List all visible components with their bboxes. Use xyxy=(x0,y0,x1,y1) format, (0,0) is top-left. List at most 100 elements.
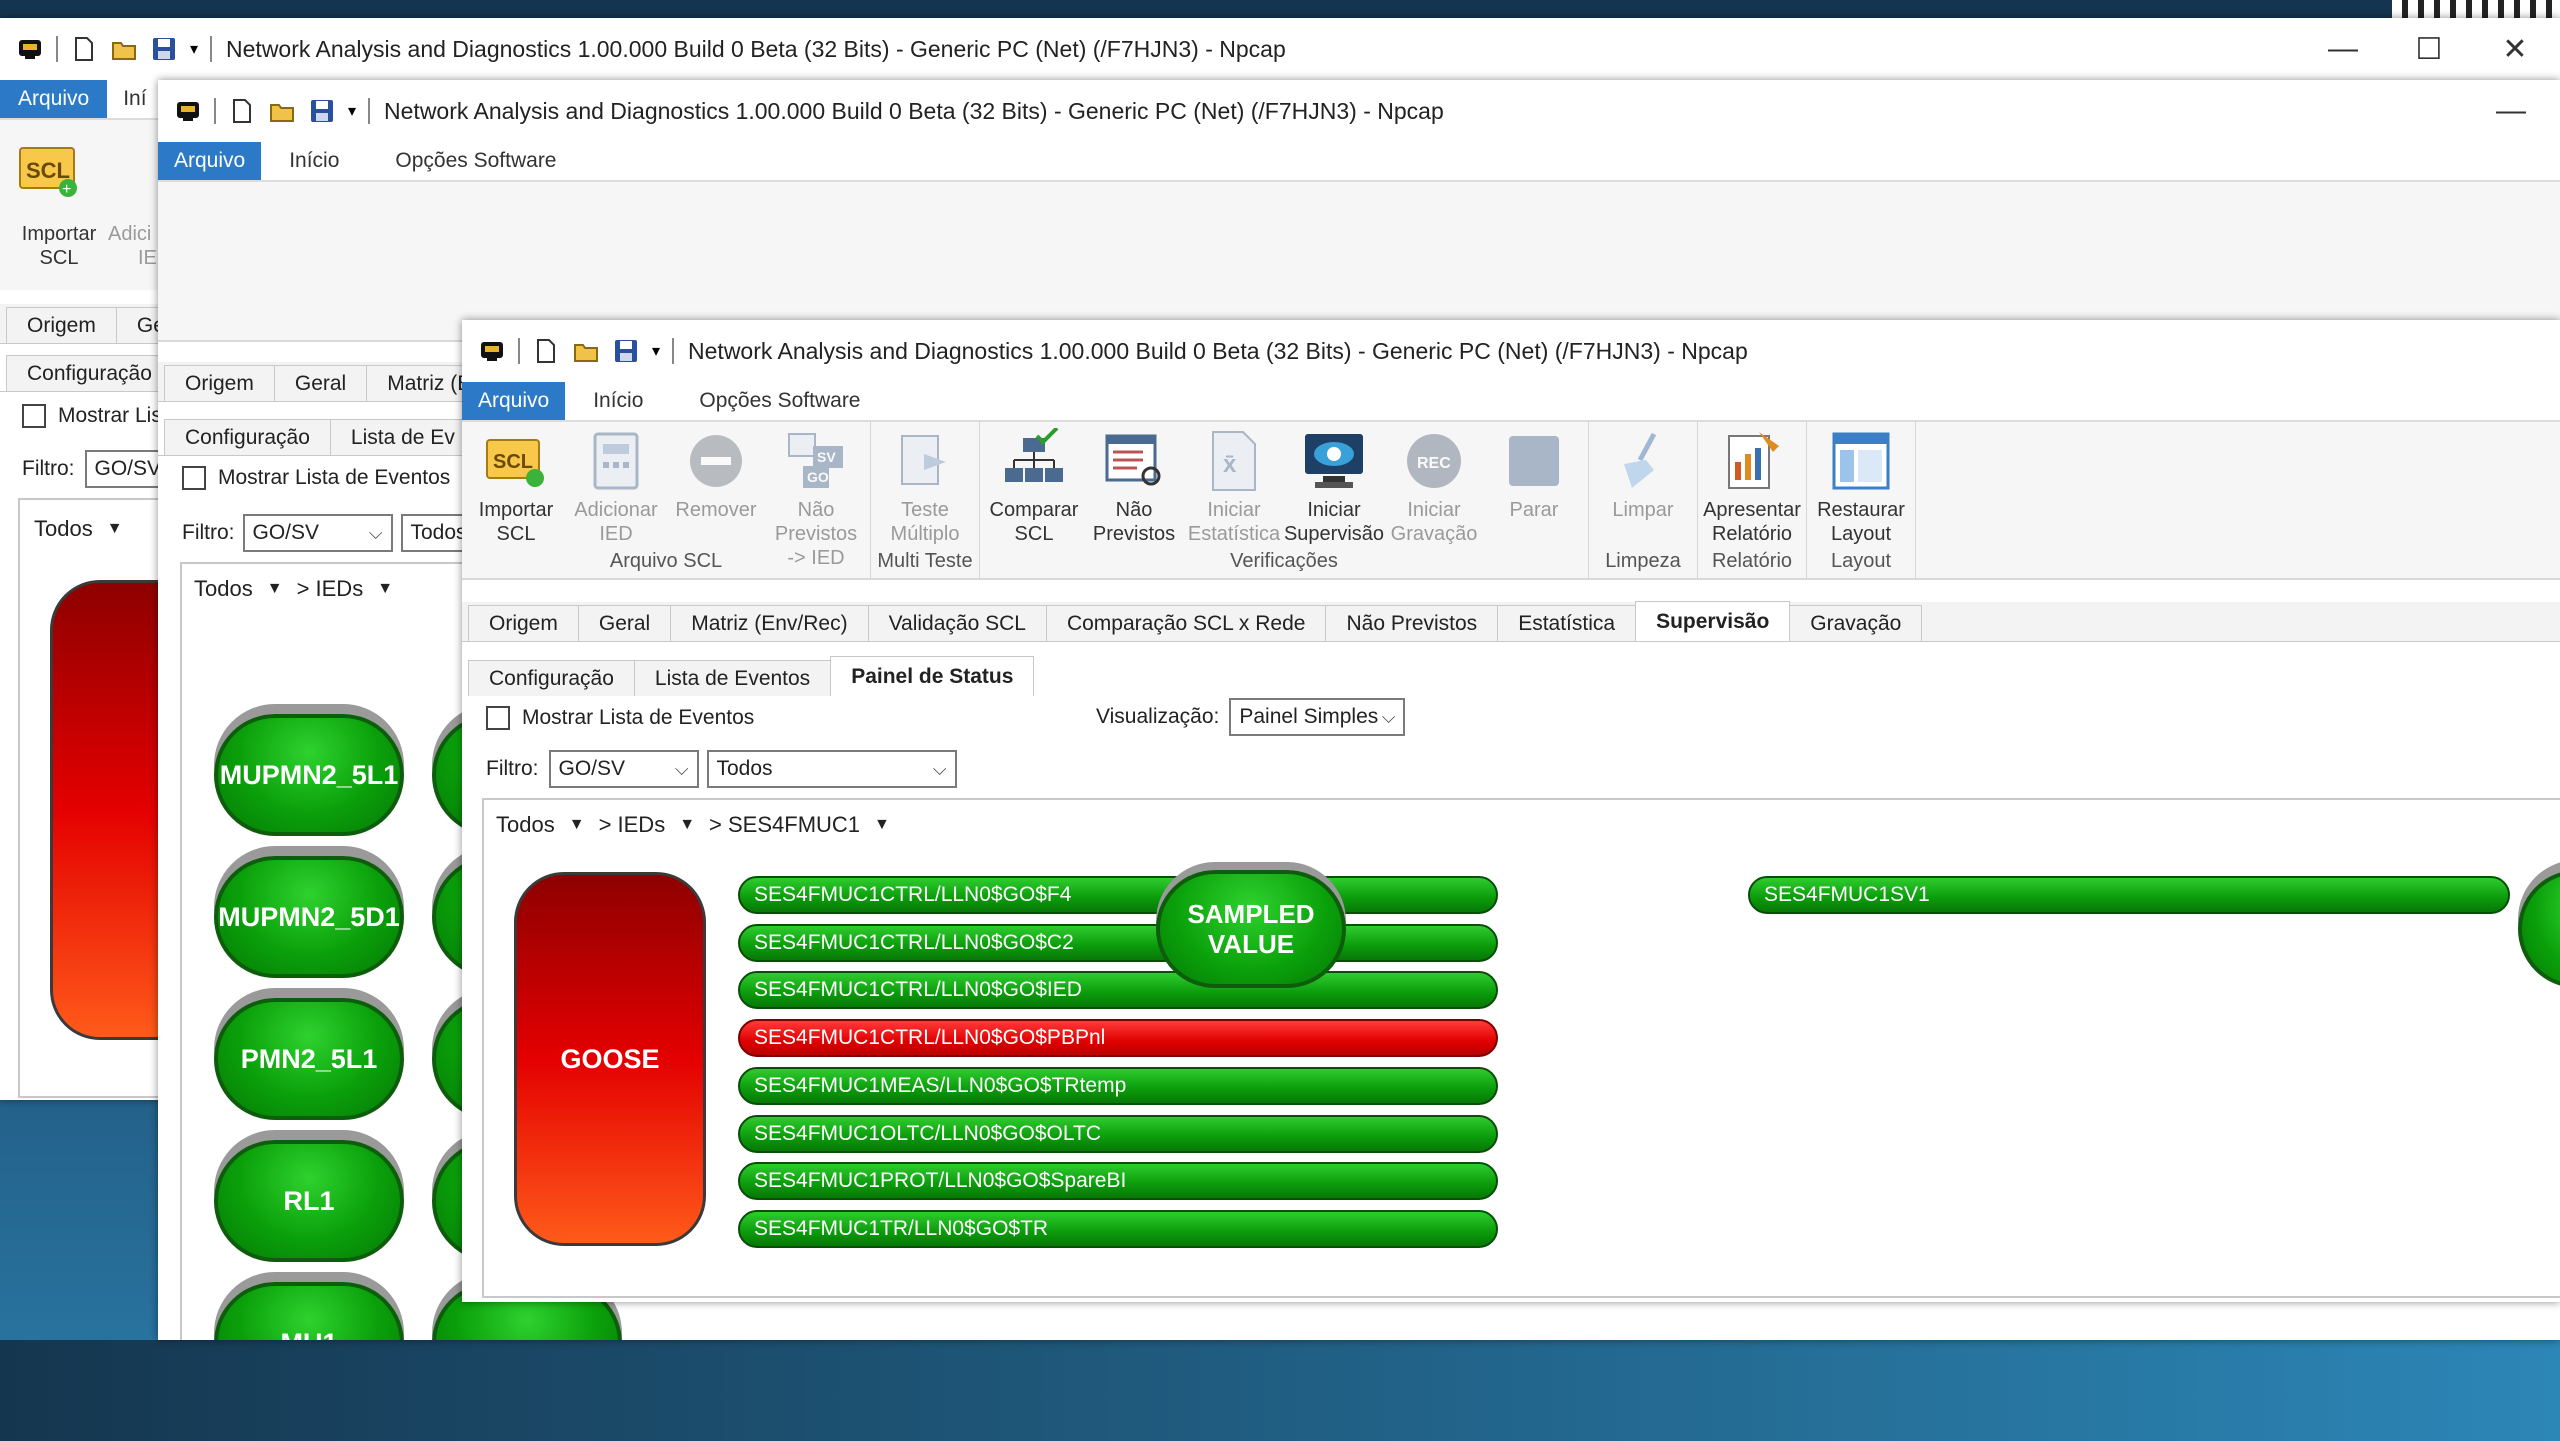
main-tab[interactable]: Matriz (Env/Rec) xyxy=(670,605,869,641)
ribbon-button[interactable]: Restaurar Layout xyxy=(1811,422,1911,546)
show-events-checkbox[interactable] xyxy=(182,466,206,490)
goose-item[interactable]: SES4FMUC1CTRL/LLN0$GO$C2 xyxy=(738,923,1498,962)
ribbon-button-label: Iniciar Estatística xyxy=(1188,498,1280,546)
main-tab[interactable]: Comparação SCL x Rede xyxy=(1045,605,1327,641)
scl-import-icon[interactable]: SCL + xyxy=(18,140,80,205)
ribbon-button[interactable]: Adicionar IED xyxy=(566,422,666,546)
chevron-down-icon[interactable]: ▼ xyxy=(107,520,123,538)
main-tab[interactable]: Geral xyxy=(577,605,672,641)
show-events-checkbox[interactable] xyxy=(486,706,510,730)
crumb-ieds[interactable]: > IEDs xyxy=(297,576,364,602)
close-button[interactable]: ✕ xyxy=(2472,18,2558,80)
ribbon-button[interactable]: Apresentar Relatório xyxy=(1702,422,1802,546)
open-folder-icon[interactable] xyxy=(268,97,296,125)
ied-button[interactable]: MU1 xyxy=(214,1282,404,1340)
main-tab[interactable]: Origem xyxy=(468,605,579,641)
menu-home[interactable]: Iní xyxy=(107,80,162,118)
tab-config[interactable]: Configuração xyxy=(164,419,331,455)
filter-all-select[interactable]: Todos ⌵ xyxy=(706,750,957,788)
open-folder-icon[interactable] xyxy=(572,337,600,365)
open-folder-icon[interactable] xyxy=(110,35,138,63)
crumb-all[interactable]: Todos xyxy=(496,812,555,838)
goose-item[interactable]: SES4FMUC1OLTC/LLN0$GO$OLTC xyxy=(738,1114,1498,1153)
new-file-icon[interactable] xyxy=(228,97,256,125)
menu-file[interactable]: Arquivo xyxy=(0,80,108,118)
ied-button-partial[interactable] xyxy=(2518,870,2560,988)
ribbon-button[interactable]: Limpar xyxy=(1593,422,1693,546)
tab-origem[interactable]: Origem xyxy=(164,365,275,401)
menu-home[interactable]: Início xyxy=(261,142,367,180)
view-select[interactable]: Painel Simples ⌵ xyxy=(1229,698,1406,736)
qat-dropdown-icon[interactable]: ▾ xyxy=(348,101,356,121)
ribbon-button[interactable]: SV GO Não Previstos -> IED xyxy=(766,422,866,569)
crumb-all[interactable]: Todos xyxy=(34,516,93,542)
show-events-label: Mostrar Lista de Eventos xyxy=(218,466,451,489)
goose-block[interactable]: GOOSE xyxy=(514,872,706,1246)
sub-tab[interactable]: Configuração xyxy=(468,660,635,696)
menu-file[interactable]: Arquivo xyxy=(158,142,262,180)
maximize-button[interactable]: ☐ xyxy=(2386,18,2472,80)
menu-file[interactable]: Arquivo xyxy=(462,382,566,420)
ribbon-button[interactable]: Iniciar Supervisão xyxy=(1284,422,1384,546)
new-file-icon[interactable] xyxy=(532,337,560,365)
ribbon-button[interactable]: Parar xyxy=(1484,422,1584,546)
view-row: Visualização: Painel Simples ⌵ xyxy=(1096,698,1496,736)
sv-item[interactable]: SES4FMUC1SV1 xyxy=(1748,876,2510,914)
tab-geral[interactable]: Geral xyxy=(273,365,368,401)
crumb-ieds[interactable]: > IEDs xyxy=(599,812,666,838)
menu-home[interactable]: Início xyxy=(565,382,671,420)
minimize-button[interactable]: — xyxy=(2468,80,2554,142)
ribbon-button[interactable]: Não Previstos xyxy=(1084,422,1184,546)
minimize-button[interactable]: — xyxy=(2300,18,2386,80)
chevron-down-icon[interactable]: ▼ xyxy=(267,580,283,598)
tab-events[interactable]: Lista de Ev xyxy=(329,419,476,455)
crumb-all[interactable]: Todos xyxy=(194,576,253,602)
ied-button[interactable]: MUPMN2_5L1 xyxy=(214,714,404,836)
ribbon-button[interactable]: REC Iniciar Gravação xyxy=(1384,422,1484,546)
chevron-down-icon[interactable]: ▼ xyxy=(377,580,393,598)
ribbon-group: Comparar SCL Não Previstos x̄ Iniciar Estatíst… xyxy=(980,422,1589,578)
main-tab[interactable]: Não Previstos xyxy=(1325,605,1499,641)
ied-button[interactable]: MUPMN2_5D1 xyxy=(214,856,404,978)
menu-options[interactable]: Opções Software xyxy=(367,142,584,180)
sub-tab[interactable]: Painel de Status xyxy=(830,656,1035,696)
filter-select[interactable]: GO/SV ⌵ xyxy=(242,514,393,552)
sampled-value-block[interactable]: SAMPLED VALUE xyxy=(1156,870,1346,988)
tab-config[interactable]: Configuração xyxy=(6,355,173,391)
ribbon-button[interactable]: Teste Múltiplo xyxy=(875,422,975,546)
goose-item[interactable]: SES4FMUC1MEAS/LLN0$GO$TRtemp xyxy=(738,1066,1498,1105)
new-file-icon[interactable] xyxy=(70,35,98,63)
goose-item[interactable]: SES4FMUC1TR/LLN0$GO$TR xyxy=(738,1209,1498,1248)
chevron-down-icon[interactable]: ▼ xyxy=(874,816,890,834)
ribbon-button[interactable]: SCL Importar SCL xyxy=(466,422,566,546)
crumb-ied[interactable]: > SES4FMUC1 xyxy=(709,812,860,838)
label-line-2: Estatística xyxy=(1187,523,1281,545)
monitor-eye-icon xyxy=(1301,428,1367,494)
main-tab[interactable]: Supervisão xyxy=(1635,601,1791,641)
main-tab[interactable]: Gravação xyxy=(1789,605,1923,641)
save-icon[interactable] xyxy=(150,35,178,63)
main-tab[interactable]: Validação SCL xyxy=(867,605,1047,641)
goose-item[interactable]: SES4FMUC1CTRL/LLN0$GO$PBPnl xyxy=(738,1019,1498,1058)
show-events-checkbox[interactable] xyxy=(22,404,46,428)
ribbon-button[interactable]: Comparar SCL xyxy=(984,422,1084,546)
ribbon-button[interactable]: Remover xyxy=(666,422,766,546)
qat-dropdown-icon[interactable]: ▾ xyxy=(652,341,660,361)
chevron-down-icon[interactable]: ▼ xyxy=(679,816,695,834)
ied-button[interactable]: RL1 xyxy=(214,1140,404,1262)
ied-button[interactable]: PMN2_5L1 xyxy=(214,998,404,1120)
qat-dropdown-icon[interactable]: ▾ xyxy=(190,39,198,59)
save-icon[interactable] xyxy=(612,337,640,365)
save-icon[interactable] xyxy=(308,97,336,125)
filter-select[interactable]: GO/SV ⌵ xyxy=(548,750,699,788)
sub-tab[interactable]: Lista de Eventos xyxy=(633,660,832,696)
goose-item[interactable]: SES4FMUC1CTRL/LLN0$GO$IED xyxy=(738,971,1498,1010)
ribbon-group: Limpar Limpeza xyxy=(1589,422,1698,578)
menu-options[interactable]: Opções Software xyxy=(671,382,888,420)
main-tab[interactable]: Estatística xyxy=(1497,605,1637,641)
goose-item[interactable]: SES4FMUC1PROT/LLN0$GO$SpareBI xyxy=(738,1162,1498,1201)
chevron-down-icon[interactable]: ▼ xyxy=(569,816,585,834)
ribbon-button[interactable]: x̄ Iniciar Estatística xyxy=(1184,422,1284,546)
tab-origem[interactable]: Origem xyxy=(6,307,117,343)
goose-item[interactable]: SES4FMUC1CTRL/LLN0$GO$F4 xyxy=(738,876,1498,914)
